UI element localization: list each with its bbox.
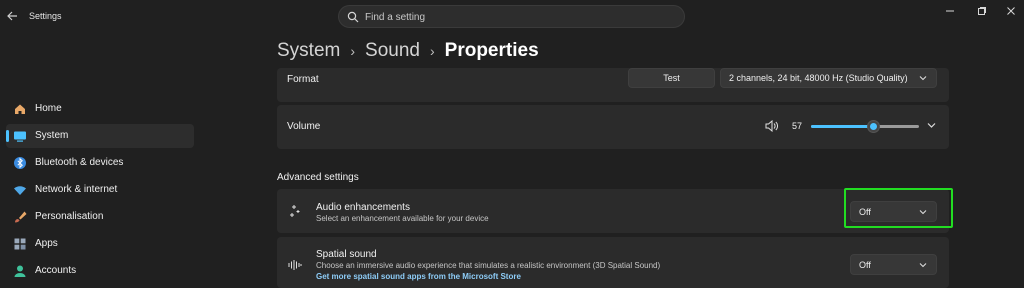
format-label: Format <box>287 74 319 85</box>
audio-enhancements-description: Select an enhancement available for your… <box>316 214 489 223</box>
bluetooth-icon <box>14 157 26 169</box>
app-title: Settings <box>29 11 62 21</box>
chevron-right-icon: › <box>350 43 356 59</box>
sidebar-item-label: Accounts <box>35 265 77 276</box>
sidebar-item-apps[interactable]: Apps <box>6 232 194 256</box>
restore-icon <box>978 7 986 15</box>
test-button[interactable]: Test <box>628 68 715 88</box>
page-title: Properties <box>444 40 539 61</box>
volume-slider-fill <box>811 125 873 128</box>
back-arrow-icon <box>6 11 17 21</box>
volume-slider-thumb-dot <box>870 123 877 130</box>
chevron-down-icon <box>919 262 927 267</box>
active-indicator <box>6 130 9 142</box>
chevron-down-icon <box>919 76 927 81</box>
close-icon <box>1007 7 1015 15</box>
minimize-button[interactable] <box>943 5 957 17</box>
sidebar-item-personalisation[interactable]: Personalisation <box>6 205 194 229</box>
sidebar-item-system[interactable]: System <box>6 124 194 148</box>
spatial-sound-card: Spatial sound Choose an immersive audio … <box>277 237 949 288</box>
selection-highlight <box>844 188 953 228</box>
audio-enhancements-label: Audio enhancements <box>316 202 410 213</box>
brush-icon <box>15 211 27 223</box>
sidebar-item-label: Apps <box>35 238 58 249</box>
spatial-sound-description: Choose an immersive audio experience tha… <box>316 261 661 270</box>
sidebar-item-accounts[interactable]: Accounts <box>6 259 194 283</box>
minimize-icon <box>946 10 954 12</box>
chevron-right-icon: › <box>429 43 435 59</box>
sidebar-item-network[interactable]: Network & internet <box>6 178 194 202</box>
sidebar-item-label: Network & internet <box>35 184 118 195</box>
home-icon <box>15 104 25 114</box>
advanced-settings-heading: Advanced settings <box>277 172 359 183</box>
person-icon <box>14 265 26 277</box>
breadcrumb-sound[interactable]: Sound <box>365 40 420 62</box>
breadcrumb-system[interactable]: System <box>277 40 340 62</box>
volume-slider[interactable] <box>811 125 919 128</box>
sidebar-item-home[interactable]: Home <box>6 97 194 121</box>
spatial-sound-value: Off <box>859 259 871 270</box>
apps-icon <box>14 238 26 250</box>
breadcrumb: System › Sound › Properties <box>277 38 539 64</box>
sparkle-icon <box>290 205 300 217</box>
spatial-sound-label: Spatial sound <box>316 249 377 260</box>
volume-label: Volume <box>287 121 321 132</box>
monitor-icon <box>14 131 26 142</box>
wifi-icon <box>14 186 26 195</box>
close-button[interactable] <box>1004 5 1018 17</box>
chevron-down-icon[interactable] <box>927 122 936 129</box>
sidebar-item-label: Home <box>35 103 62 114</box>
search-icon <box>347 11 359 23</box>
search-input[interactable] <box>365 9 665 25</box>
volume-value: 57 <box>792 121 803 131</box>
format-dropdown[interactable]: 2 channels, 24 bit, 48000 Hz (Studio Qua… <box>720 68 937 88</box>
spatial-sound-icon <box>288 260 302 270</box>
format-card: Format Test 2 channels, 24 bit, 48000 Hz… <box>277 68 949 102</box>
spatial-sound-dropdown[interactable]: Off <box>850 254 937 275</box>
search-box[interactable] <box>338 5 685 28</box>
microsoft-store-link[interactable]: Get more spatial sound apps from the Mic… <box>316 272 521 281</box>
title-bar: Settings <box>0 0 1024 34</box>
sidebar-item-label: Personalisation <box>35 211 104 222</box>
volume-slider-thumb[interactable] <box>867 120 880 133</box>
sidebar-item-label: System <box>35 130 69 141</box>
back-button[interactable] <box>4 8 20 24</box>
sidebar-item-label: Bluetooth & devices <box>35 157 124 168</box>
maximize-button[interactable] <box>975 5 989 17</box>
speaker-icon[interactable] <box>765 120 778 132</box>
format-dropdown-value: 2 channels, 24 bit, 48000 Hz (Studio Qua… <box>729 73 908 83</box>
sidebar-item-bluetooth[interactable]: Bluetooth & devices <box>6 151 194 175</box>
